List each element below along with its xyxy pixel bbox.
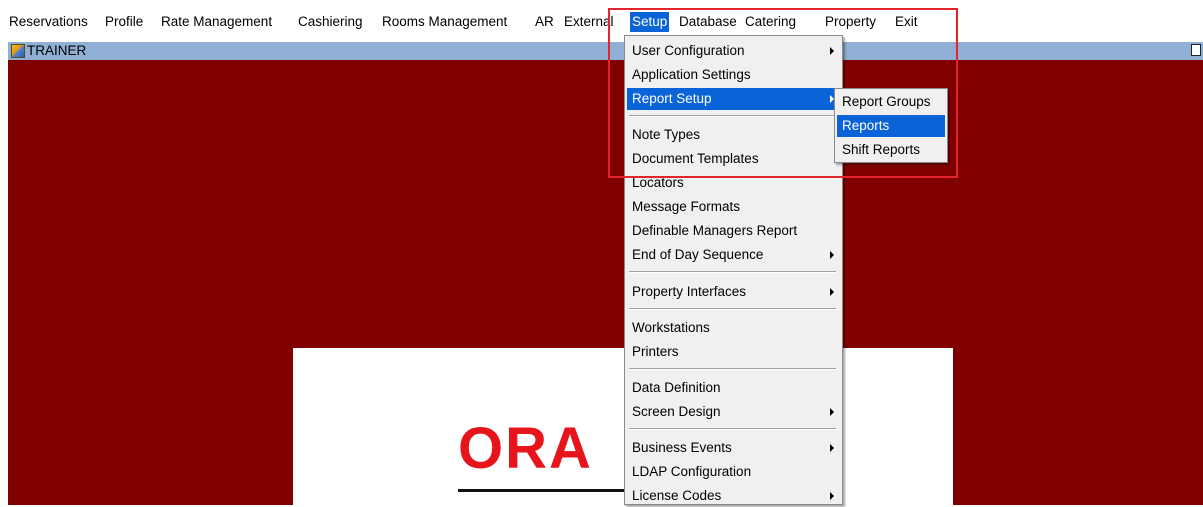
menu-property[interactable]: Property xyxy=(823,12,878,32)
menu-bar: Reservations Profile Rate Management Cas… xyxy=(0,10,1203,34)
menu-item-label: Definable Managers Report xyxy=(632,223,798,238)
submenu-arrow-icon xyxy=(830,408,834,416)
menu-item-label: LDAP Configuration xyxy=(632,464,752,479)
menu-item-license-codes[interactable]: License Codes xyxy=(627,485,840,507)
setup-menu: User Configuration Application Settings … xyxy=(624,35,843,505)
menu-separator xyxy=(629,115,836,117)
menu-exit[interactable]: Exit xyxy=(893,12,920,32)
menu-item-ldap-configuration[interactable]: LDAP Configuration xyxy=(627,461,840,483)
logo-underline xyxy=(458,489,638,492)
menu-item-label: User Configuration xyxy=(632,43,745,58)
menu-item-label: Data Definition xyxy=(632,380,721,395)
window-title: TRAINER xyxy=(27,43,87,58)
menu-item-label: Locators xyxy=(632,175,684,190)
menu-item-label: Note Types xyxy=(632,127,701,142)
menu-separator xyxy=(629,271,836,273)
menu-external[interactable]: External xyxy=(562,12,616,32)
submenu-arrow-icon xyxy=(830,492,834,500)
menu-catering[interactable]: Catering xyxy=(743,12,798,32)
menu-item-label: Printers xyxy=(632,344,679,359)
submenu-arrow-icon xyxy=(830,251,834,259)
menu-cashiering[interactable]: Cashiering xyxy=(296,12,365,32)
menu-separator xyxy=(629,428,836,430)
menu-item-application-settings[interactable]: Application Settings xyxy=(627,64,840,86)
submenu-item-reports[interactable]: Reports xyxy=(837,115,945,137)
menu-separator xyxy=(629,308,836,310)
menu-item-workstations[interactable]: Workstations xyxy=(627,317,840,339)
menu-profile[interactable]: Profile xyxy=(103,12,145,32)
menu-item-label: Report Setup xyxy=(632,91,712,106)
splash-panel: ORA xyxy=(293,348,953,505)
menu-item-label: Property Interfaces xyxy=(632,284,747,299)
menu-item-business-events[interactable]: Business Events xyxy=(627,437,840,459)
restore-icon[interactable] xyxy=(1191,44,1201,56)
menu-item-locators[interactable]: Locators xyxy=(627,172,840,194)
menu-rooms-management[interactable]: Rooms Management xyxy=(380,12,509,32)
menu-item-label: Reports xyxy=(842,118,890,133)
menu-item-screen-design[interactable]: Screen Design xyxy=(627,401,840,423)
window-title-bar: TRAINER xyxy=(8,42,1203,60)
menu-item-label: Report Groups xyxy=(842,94,931,109)
menu-item-user-configuration[interactable]: User Configuration xyxy=(627,40,840,62)
menu-item-label: Workstations xyxy=(632,320,710,335)
menu-item-end-of-day-sequence[interactable]: End of Day Sequence xyxy=(627,244,840,266)
menu-item-label: Screen Design xyxy=(632,404,721,419)
menu-item-label: Message Formats xyxy=(632,199,741,214)
menu-item-note-types[interactable]: Note Types xyxy=(627,124,840,146)
menu-item-label: Document Templates xyxy=(632,151,759,166)
menu-item-label: Shift Reports xyxy=(842,142,921,157)
menu-reservations[interactable]: Reservations xyxy=(7,12,90,32)
menu-item-property-interfaces[interactable]: Property Interfaces xyxy=(627,281,840,303)
menu-item-report-setup[interactable]: Report Setup xyxy=(627,88,840,110)
menu-rate-management[interactable]: Rate Management xyxy=(159,12,274,32)
menu-item-document-templates[interactable]: Document Templates xyxy=(627,148,840,170)
menu-item-label: Business Events xyxy=(632,440,732,455)
submenu-arrow-icon xyxy=(830,288,834,296)
submenu-arrow-icon xyxy=(830,444,834,452)
menu-item-label: End of Day Sequence xyxy=(632,247,764,262)
submenu-item-report-groups[interactable]: Report Groups xyxy=(837,91,945,113)
menu-separator xyxy=(629,368,836,370)
menu-item-label: Application Settings xyxy=(632,67,751,82)
report-setup-submenu: Report Groups Reports Shift Reports xyxy=(834,88,948,163)
menu-item-definable-managers-report[interactable]: Definable Managers Report xyxy=(627,220,840,242)
submenu-arrow-icon xyxy=(830,47,834,55)
oracle-logo: ORA xyxy=(458,416,593,481)
app-icon xyxy=(11,44,25,58)
menu-item-label: License Codes xyxy=(632,488,722,503)
menu-database[interactable]: Database xyxy=(677,12,739,32)
menu-item-data-definition[interactable]: Data Definition xyxy=(627,377,840,399)
menu-setup[interactable]: Setup xyxy=(630,12,670,32)
menu-item-message-formats[interactable]: Message Formats xyxy=(627,196,840,218)
submenu-item-shift-reports[interactable]: Shift Reports xyxy=(837,139,945,161)
menu-item-printers[interactable]: Printers xyxy=(627,341,840,363)
menu-ar[interactable]: AR xyxy=(533,12,556,32)
